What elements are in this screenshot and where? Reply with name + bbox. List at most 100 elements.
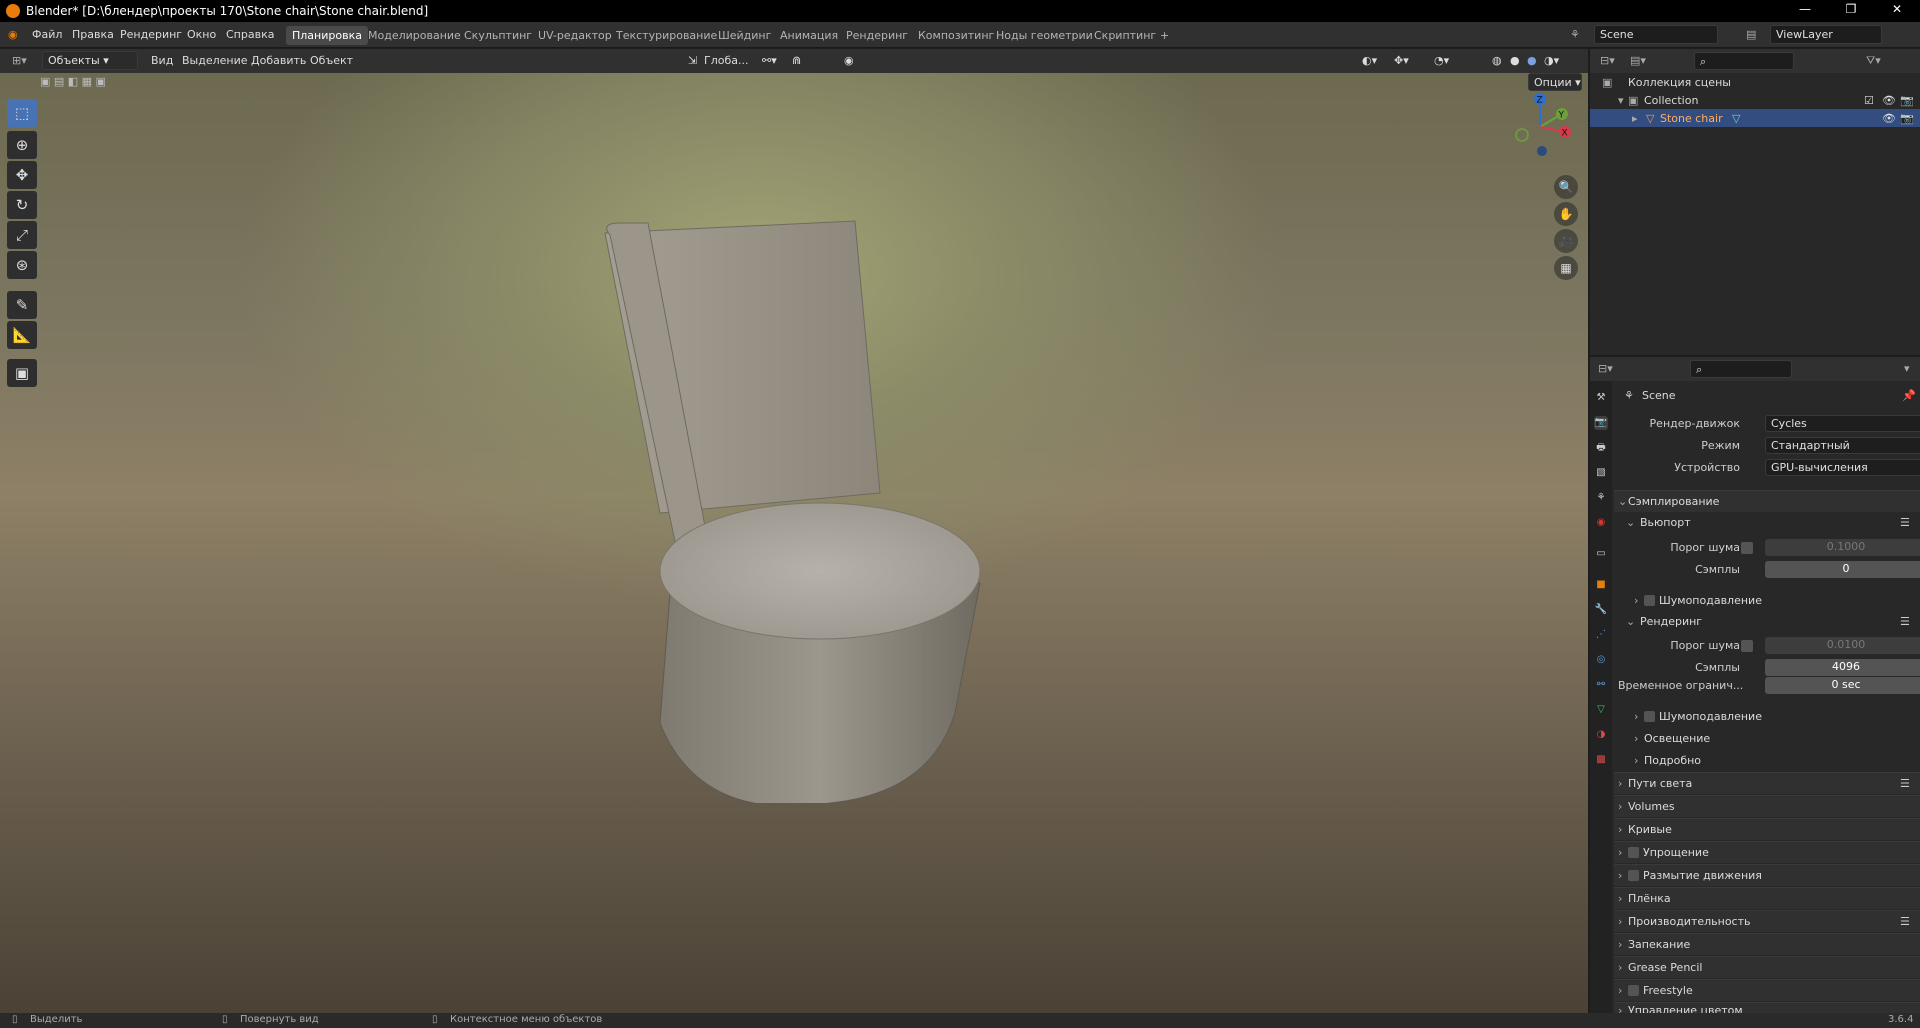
visibility-icon[interactable]: ◐▾ <box>1362 54 1377 67</box>
solid-shading-icon[interactable]: ● <box>1510 54 1520 67</box>
subsection-advanced[interactable]: › Подробно <box>1634 751 1920 771</box>
view-layer-tab-icon[interactable]: ▧ <box>1594 466 1608 480</box>
workspace-tab-modeling[interactable]: Моделирование <box>362 26 467 45</box>
3d-viewport[interactable]: ▣ ▤ ◧ ▦ ▣ Опции ▾ ⬚ ⊕ ✥ ↻ ⤢ ⊛ ✎ 📐 ▣ Z Y … <box>0 73 1588 1013</box>
zoom-icon[interactable]: 🔍 <box>1554 175 1578 199</box>
list-menu-icon[interactable]: ☰ <box>1900 915 1910 928</box>
object-tab-icon[interactable]: ■ <box>1594 578 1608 592</box>
properties-options-icon[interactable]: ▾ <box>1904 362 1910 375</box>
perspective-grid-icon[interactable]: ▦ <box>1554 256 1578 280</box>
subsection-lights[interactable]: › Освещение <box>1634 729 1920 749</box>
blender-menu-icon[interactable]: ◉ <box>8 28 18 41</box>
section-light-paths[interactable]: › Пути света ☰ <box>1614 772 1920 794</box>
section-freestyle[interactable]: › Freestyle <box>1614 979 1920 1001</box>
render-camera-icon[interactable]: 📷 <box>1900 112 1914 125</box>
close-button[interactable]: ✕ <box>1882 2 1912 20</box>
subsection-render[interactable]: ⌄ Рендеринг ☰ <box>1622 612 1920 632</box>
annotate-icon[interactable]: ✎ <box>7 291 37 319</box>
rendered-shading-icon[interactable]: ◑▾ <box>1544 54 1559 67</box>
move-icon[interactable]: ✥ <box>7 161 37 189</box>
denoise-checkbox[interactable] <box>1644 711 1655 722</box>
output-tab-icon[interactable]: 🖶 <box>1594 441 1608 455</box>
denoise-checkbox[interactable] <box>1644 595 1655 606</box>
snap-icon[interactable]: ⋒ <box>792 54 801 67</box>
menu-file[interactable]: Файл <box>32 28 62 41</box>
collapse-icon[interactable]: ▾ <box>1618 94 1624 107</box>
render-noise-threshold-field[interactable]: 0.0100 <box>1765 637 1920 654</box>
collection-tab-icon[interactable]: ▭ <box>1594 547 1608 561</box>
list-menu-icon[interactable]: ☰ <box>1900 777 1910 790</box>
workspace-tab-layout[interactable]: Планировка <box>286 26 368 45</box>
properties-editor-icon[interactable]: ⊟▾ <box>1598 362 1613 375</box>
section-motion-blur[interactable]: › Размытие движения <box>1614 864 1920 886</box>
noise-threshold-checkbox[interactable] <box>1741 542 1753 554</box>
pivot-icon[interactable]: ⚯▾ <box>762 54 777 67</box>
maximize-button[interactable]: ❐ <box>1836 2 1866 20</box>
stone-chair-model[interactable] <box>560 163 1100 803</box>
eye-icon[interactable]: 👁 <box>1882 94 1896 107</box>
data-tab-icon[interactable]: ▽ <box>1594 703 1608 717</box>
menu-window[interactable]: Окно <box>187 28 216 41</box>
list-menu-icon[interactable]: ☰ <box>1900 615 1910 628</box>
menu-render[interactable]: Рендеринг <box>120 28 182 41</box>
time-limit-field[interactable]: 0 sec <box>1765 677 1920 694</box>
freestyle-checkbox[interactable] <box>1628 985 1639 996</box>
outliner-editor-icon[interactable]: ⊟▾ <box>1600 54 1615 67</box>
particles-tab-icon[interactable]: ⋰ <box>1594 628 1608 642</box>
section-grease-pencil[interactable]: › Grease Pencil <box>1614 956 1920 978</box>
world-tab-icon[interactable]: ◉ <box>1594 516 1608 530</box>
editor-type-icon[interactable]: ⊞▾ <box>12 54 27 67</box>
measure-icon[interactable]: 📐 <box>7 321 37 349</box>
simplify-checkbox[interactable] <box>1628 847 1639 858</box>
section-sampling[interactable]: ⌄ Сэмплирование <box>1614 490 1920 512</box>
exclude-checkbox-icon[interactable]: ☑ <box>1864 94 1874 107</box>
menu-select[interactable]: Выделение <box>182 54 248 67</box>
motion-blur-checkbox[interactable] <box>1628 870 1639 881</box>
eye-icon[interactable]: 👁 <box>1882 112 1896 125</box>
outliner-search-icon[interactable]: ⌕ <box>1694 52 1794 70</box>
workspace-tab-rendering[interactable]: Рендеринг <box>840 26 914 45</box>
wireframe-shading-icon[interactable]: ◍ <box>1492 54 1502 67</box>
camera-view-icon[interactable]: 🎥 <box>1554 229 1578 253</box>
physics-tab-icon[interactable]: ◎ <box>1594 653 1608 667</box>
subsection-viewport-denoise[interactable]: › Шумоподавление <box>1634 591 1920 611</box>
menu-edit[interactable]: Правка <box>72 28 114 41</box>
section-simplify[interactable]: › Упрощение <box>1614 841 1920 863</box>
proportional-edit-icon[interactable]: ◉ <box>844 54 854 67</box>
render-tab-icon[interactable]: 📷 <box>1594 416 1608 430</box>
texture-tab-icon[interactable]: ▩ <box>1594 753 1608 767</box>
add-cube-icon[interactable]: ▣ <box>7 359 37 387</box>
navigation-gizmo[interactable]: Z Y X <box>1500 87 1580 167</box>
transform-orientation-selector[interactable]: Глоба... <box>704 54 748 67</box>
display-mode-icon[interactable]: ▤▾ <box>1630 54 1646 67</box>
list-menu-icon[interactable]: ☰ <box>1900 516 1910 529</box>
workspace-tab-shading[interactable]: Шейдинг <box>712 26 777 45</box>
mode-selector[interactable]: Объекты ▾ <box>42 51 138 70</box>
section-curves[interactable]: › Кривые <box>1614 818 1920 840</box>
workspace-tab-uv[interactable]: UV-редактор <box>532 26 618 45</box>
transform-icon[interactable]: ⊛ <box>7 251 37 279</box>
render-samples-field[interactable]: 4096 <box>1765 659 1920 676</box>
workspace-tab-animation[interactable]: Анимация <box>774 26 844 45</box>
workspace-tab-geometry-nodes[interactable]: Ноды геометрии <box>990 26 1099 45</box>
orientation-icon[interactable]: ⇲ <box>688 54 697 67</box>
modifier-tab-icon[interactable]: 🔧 <box>1594 603 1608 617</box>
filter-icon[interactable]: ⛛▾ <box>1866 54 1881 68</box>
overlays-icon[interactable]: ◔▾ <box>1434 54 1449 67</box>
noise-threshold-checkbox[interactable] <box>1741 640 1753 652</box>
workspace-tab-compositing[interactable]: Композитинг <box>912 26 1000 45</box>
view-layer-icon[interactable]: ▤ <box>1746 28 1756 41</box>
select-mode-icons[interactable]: ▣ ▤ ◧ ▦ ▣ <box>40 75 106 88</box>
menu-view[interactable]: Вид <box>151 54 173 67</box>
scene-name-field[interactable]: Scene <box>1594 25 1718 44</box>
select-box-icon[interactable]: ⬚ <box>7 99 37 127</box>
feature-set-select[interactable]: Стандартный <box>1765 437 1920 454</box>
rotate-icon[interactable]: ↻ <box>7 191 37 219</box>
workspace-tab-scripting[interactable]: Скриптинг <box>1088 26 1162 45</box>
constraints-tab-icon[interactable]: ⚯ <box>1594 678 1608 692</box>
menu-object[interactable]: Объект <box>310 54 353 67</box>
menu-add[interactable]: Добавить <box>251 54 306 67</box>
subsection-viewport[interactable]: ⌄ Вьюпорт ☰ <box>1622 513 1920 533</box>
device-select[interactable]: GPU-вычисления <box>1765 459 1920 476</box>
material-shading-icon[interactable]: ● <box>1527 54 1537 67</box>
